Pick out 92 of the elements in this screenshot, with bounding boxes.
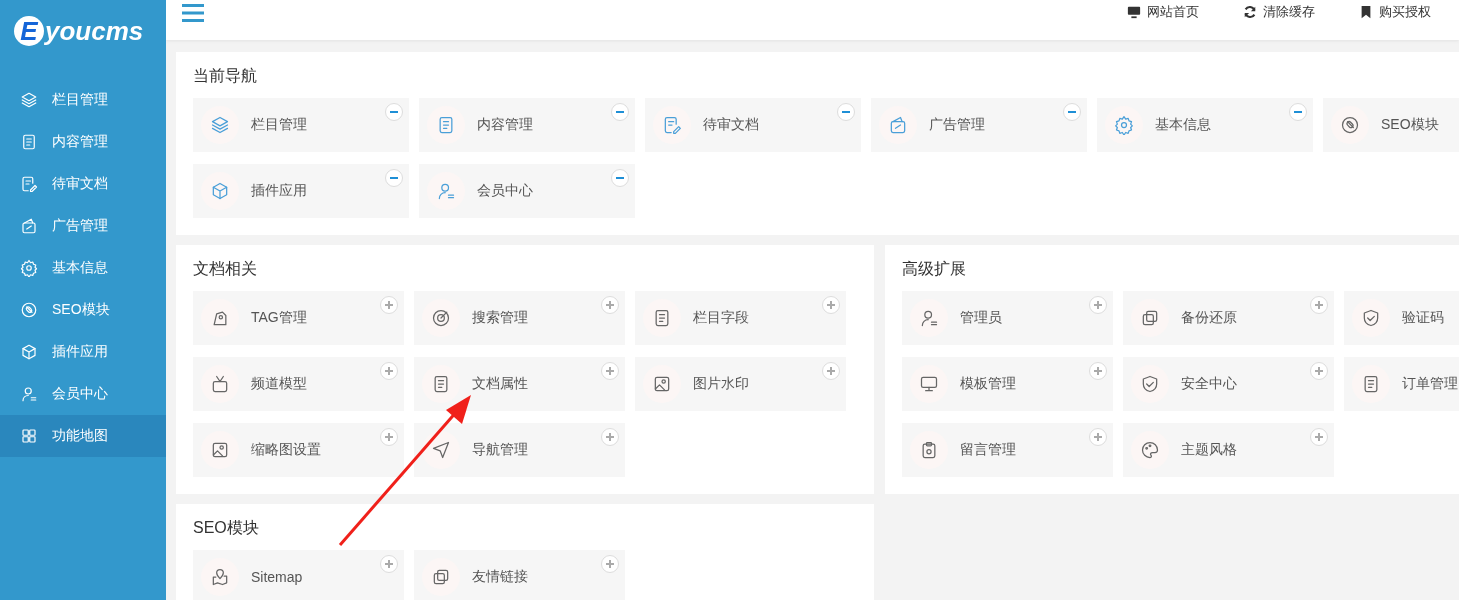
user-icon (20, 385, 38, 403)
monitor-icon (919, 374, 939, 394)
document-icon (20, 133, 38, 151)
shortcut-tile[interactable]: 图片水印 (635, 357, 846, 411)
remove-icon[interactable] (1289, 103, 1307, 121)
add-icon[interactable] (601, 428, 619, 446)
panel-title: 高级扩展 (902, 259, 967, 279)
panel-title: 文档相关 (193, 259, 258, 279)
shortcut-tile[interactable]: 基本信息 (1097, 98, 1313, 152)
copy-icon (431, 567, 451, 587)
pin-icon (210, 567, 230, 587)
layers-icon (20, 91, 38, 109)
edit-icon (20, 175, 38, 193)
logo-mark: E (14, 16, 44, 46)
add-icon[interactable] (1089, 362, 1107, 380)
shortcut-tile[interactable]: 插件应用 (193, 164, 409, 218)
panel-title: 当前导航 (193, 66, 258, 86)
shortcut-tile[interactable]: 缩略图设置 (193, 423, 404, 477)
add-icon[interactable] (601, 362, 619, 380)
add-icon[interactable] (380, 362, 398, 380)
add-icon[interactable] (1310, 362, 1328, 380)
shortcut-tile[interactable]: 友情链接 (414, 550, 625, 600)
card-icon (20, 217, 38, 235)
remove-icon[interactable] (611, 103, 629, 121)
add-icon[interactable] (380, 296, 398, 314)
shortcut-tile[interactable]: 栏目管理 (193, 98, 409, 152)
remove-icon[interactable] (385, 103, 403, 121)
sidebar-item[interactable]: 功能地图 (0, 415, 166, 457)
remove-icon[interactable] (611, 169, 629, 187)
shortcut-tile[interactable]: 模板管理 (902, 357, 1113, 411)
add-icon[interactable] (380, 555, 398, 573)
logo-text: youcms (45, 15, 144, 47)
shortcut-tile[interactable]: 内容管理 (419, 98, 635, 152)
shortcut-tile[interactable]: 搜索管理 (414, 291, 625, 345)
add-icon[interactable] (601, 296, 619, 314)
copy-icon (1140, 308, 1160, 328)
shield-icon (1140, 374, 1160, 394)
layers-icon (210, 115, 230, 135)
edit-icon (662, 115, 682, 135)
user-icon (436, 181, 456, 201)
refresh-icon (1243, 5, 1257, 19)
shortcut-tile[interactable]: 待审文档 (645, 98, 861, 152)
shortcut-tile[interactable]: 留言管理 (902, 423, 1113, 477)
target-icon (431, 308, 451, 328)
card-icon (888, 115, 908, 135)
cube-icon (20, 343, 38, 361)
link-icon (20, 301, 38, 319)
shortcut-tile[interactable]: 备份还原 (1123, 291, 1334, 345)
shortcut-tile[interactable]: 广告管理 (871, 98, 1087, 152)
add-icon[interactable] (822, 362, 840, 380)
shortcut-tile[interactable]: 频道模型 (193, 357, 404, 411)
send-icon (431, 440, 451, 460)
image-icon (210, 440, 230, 460)
remove-icon[interactable] (837, 103, 855, 121)
panel-title: SEO模块 (193, 518, 260, 538)
add-icon[interactable] (822, 296, 840, 314)
add-icon[interactable] (1089, 428, 1107, 446)
header-link[interactable]: 网站首页 (1127, 3, 1199, 21)
add-icon[interactable] (1310, 296, 1328, 314)
shortcut-tile[interactable]: 文档属性 (414, 357, 625, 411)
link-icon (1340, 115, 1360, 135)
menu-icon[interactable] (182, 4, 204, 22)
shield-icon (1361, 308, 1381, 328)
palette-icon (1140, 440, 1160, 460)
remove-icon[interactable] (385, 169, 403, 187)
cube-icon (210, 181, 230, 201)
header-link[interactable]: 清除缓存 (1243, 3, 1315, 21)
remove-icon[interactable] (1063, 103, 1081, 121)
add-icon[interactable] (380, 428, 398, 446)
shortcut-tile[interactable]: TAG管理 (193, 291, 404, 345)
gear-icon (1114, 115, 1134, 135)
shortcut-tile[interactable]: 主题风格 (1123, 423, 1334, 477)
shortcut-tile[interactable]: 会员中心 (419, 164, 635, 218)
tv-icon (210, 374, 230, 394)
bookmark-icon (1359, 5, 1373, 19)
shortcut-tile[interactable]: 导航管理 (414, 423, 625, 477)
shortcut-tile[interactable]: SEO模块 (1323, 98, 1459, 152)
shortcut-tile[interactable]: 栏目字段 (635, 291, 846, 345)
grid-icon (20, 427, 38, 445)
add-icon[interactable] (601, 555, 619, 573)
shortcut-tile[interactable]: Sitemap (193, 550, 404, 600)
shortcut-tile[interactable]: 管理员 (902, 291, 1113, 345)
shortcut-tile[interactable]: 订单管理 (1344, 357, 1459, 411)
header-link[interactable]: 购买授权 (1359, 3, 1431, 21)
add-icon[interactable] (1089, 296, 1107, 314)
shortcut-tile[interactable]: 安全中心 (1123, 357, 1334, 411)
gear-icon (20, 259, 38, 277)
monitor-icon (1127, 5, 1141, 19)
user-icon (919, 308, 939, 328)
shortcut-tile[interactable]: 验证码 (1344, 291, 1459, 345)
add-icon[interactable] (1310, 428, 1328, 446)
image-icon (652, 374, 672, 394)
